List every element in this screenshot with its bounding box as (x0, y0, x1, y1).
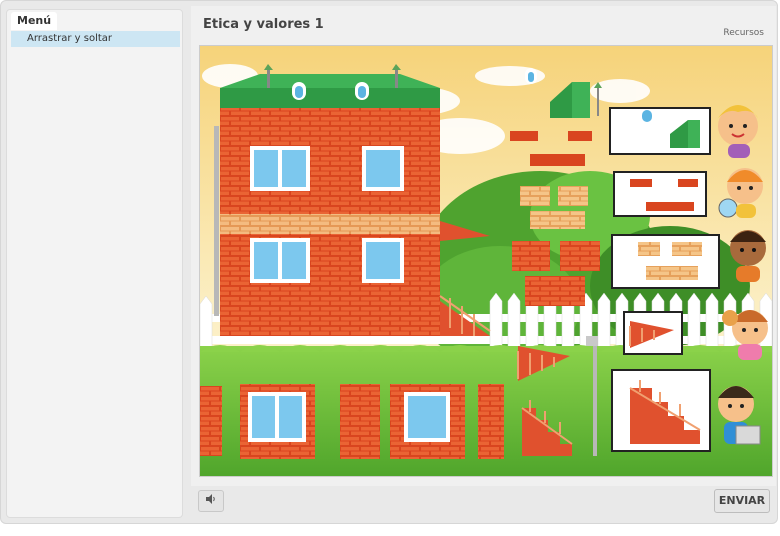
menu-tab[interactable]: Menú (11, 12, 58, 30)
sidebar-menu: Menú Arrastrar y soltar (6, 9, 183, 518)
footer-bar: ENVIAR (191, 486, 776, 520)
speaker-icon (205, 492, 217, 510)
lower-wall-pieces (200, 384, 504, 459)
sidebar-item-arrastrar-y-soltar[interactable]: Arrastrar y soltar (11, 31, 180, 47)
page-title: Etica y valores 1 (203, 17, 324, 32)
drop-target-4[interactable] (623, 311, 683, 355)
activity-stage (199, 45, 773, 477)
sound-button[interactable] (198, 490, 224, 512)
drop-target-3[interactable] (611, 234, 720, 289)
drop-target-1[interactable] (609, 107, 711, 155)
drop-target-2[interactable] (613, 171, 707, 217)
send-button[interactable]: ENVIAR (714, 489, 770, 513)
activity-scene (200, 46, 772, 476)
drop-target-5[interactable] (611, 369, 711, 452)
resources-link[interactable]: Recursos (723, 28, 764, 38)
